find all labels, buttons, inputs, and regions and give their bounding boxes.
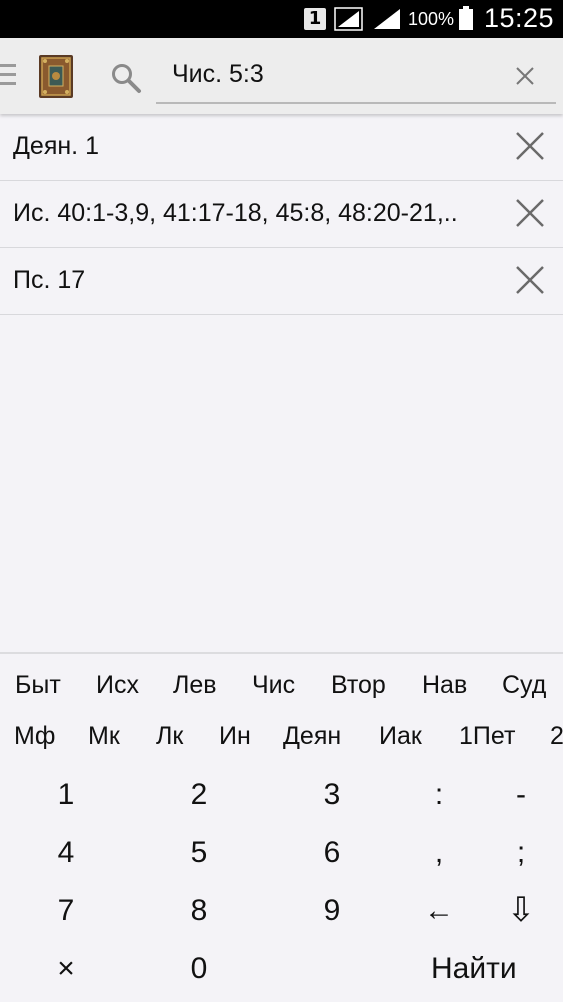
list-item[interactable]: Деян. 1 xyxy=(0,114,563,181)
book-row-nt: Мф Мк Лк Ин Деян Иак 1Пет 2 xyxy=(0,722,563,768)
book-key-lev[interactable]: Лев xyxy=(173,671,217,700)
key-9[interactable]: 9 xyxy=(302,894,362,928)
history-list: Деян. 1 Ис. 40:1-3,9, 41:17-18, 45:8, 48… xyxy=(0,114,563,315)
find-button[interactable]: Найти xyxy=(431,952,517,986)
list-item-label: Пс. 17 xyxy=(13,266,86,294)
remove-icon[interactable] xyxy=(514,197,546,229)
toolbar: Чис. 5:3 xyxy=(0,38,563,114)
key-colon[interactable]: : xyxy=(409,778,469,812)
clear-key[interactable]: × xyxy=(36,952,96,986)
book-key-num[interactable]: Чис xyxy=(252,671,295,700)
book-key-mark[interactable]: Мк xyxy=(88,722,120,751)
enter-key[interactable]: ⇩ xyxy=(491,890,551,930)
book-key-acts[interactable]: Деян xyxy=(283,722,341,751)
list-item[interactable]: Ис. 40:1-3,9, 41:17-18, 45:8, 48:20-21,.… xyxy=(0,181,563,248)
key-2[interactable]: 2 xyxy=(169,778,229,812)
key-dash[interactable]: - xyxy=(491,778,551,812)
battery-icon xyxy=(459,6,473,30)
key-7[interactable]: 7 xyxy=(36,894,96,928)
book-key-deut[interactable]: Втор xyxy=(331,671,386,700)
key-0[interactable]: 0 xyxy=(169,952,229,986)
remove-icon[interactable] xyxy=(514,130,546,162)
key-6[interactable]: 6 xyxy=(302,836,362,870)
bible-book-icon[interactable] xyxy=(39,55,73,98)
search-input-text: Чис. 5:3 xyxy=(172,60,264,88)
book-key-matt[interactable]: Мф xyxy=(14,722,55,751)
menu-icon[interactable] xyxy=(0,64,16,88)
sim-slot-icon: 1 xyxy=(304,8,326,30)
book-key-2pet[interactable]: 2 xyxy=(550,722,563,751)
status-bar: 1 100% 15:25 xyxy=(0,0,563,38)
key-8[interactable]: 8 xyxy=(169,894,229,928)
book-key-1pet[interactable]: 1Пет xyxy=(459,722,515,751)
key-comma[interactable]: , xyxy=(409,836,469,870)
custom-keyboard: Быт Исх Лев Чис Втор Нав Суд Мф Мк Лк Ин… xyxy=(0,652,563,1002)
book-key-josh[interactable]: Нав xyxy=(422,671,467,700)
list-item[interactable]: Пс. 17 xyxy=(0,248,563,315)
battery-percent: 100% xyxy=(408,9,455,29)
book-key-gen[interactable]: Быт xyxy=(15,671,61,700)
book-key-john[interactable]: Ин xyxy=(219,722,251,751)
book-key-judg[interactable]: Суд xyxy=(502,671,546,700)
key-3[interactable]: 3 xyxy=(302,778,362,812)
list-item-label: Деян. 1 xyxy=(13,132,99,160)
search-input[interactable]: Чис. 5:3 xyxy=(156,52,556,104)
list-item-label: Ис. 40:1-3,9, 41:17-18, 45:8, 48:20-21,.… xyxy=(13,199,458,227)
clock: 15:25 xyxy=(484,3,555,33)
signal-icon xyxy=(374,9,400,29)
remove-icon[interactable] xyxy=(514,264,546,296)
book-key-exod[interactable]: Исх xyxy=(96,671,139,700)
signal-icon xyxy=(334,7,363,31)
key-semicolon[interactable]: ; xyxy=(491,836,551,870)
key-4[interactable]: 4 xyxy=(36,836,96,870)
search-icon xyxy=(112,64,141,93)
key-1[interactable]: 1 xyxy=(36,778,96,812)
backspace-key[interactable]: ← xyxy=(409,894,469,928)
book-row-ot: Быт Исх Лев Чис Втор Нав Суд xyxy=(0,671,563,717)
key-5[interactable]: 5 xyxy=(169,836,229,870)
book-key-jas[interactable]: Иак xyxy=(379,722,422,751)
book-key-luke[interactable]: Лк xyxy=(156,722,183,751)
clear-icon[interactable] xyxy=(513,64,537,88)
